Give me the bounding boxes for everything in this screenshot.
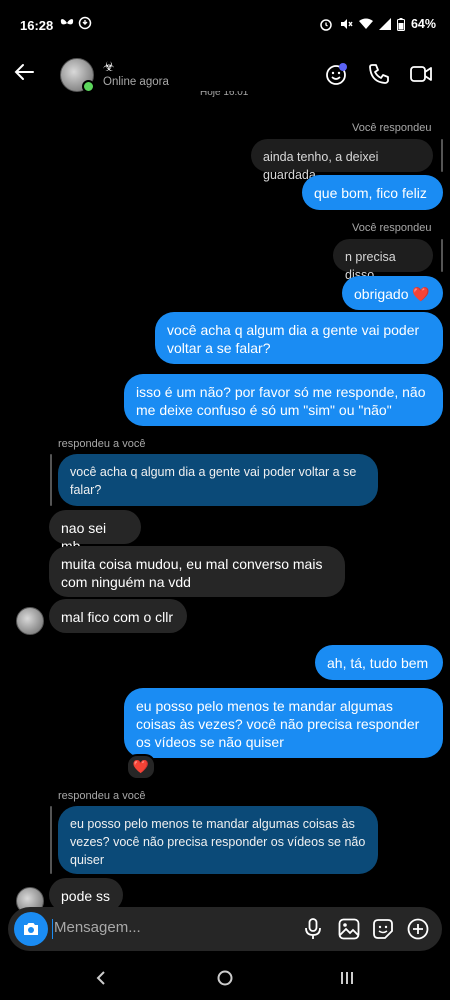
- message-sent[interactable]: eu posso pelo menos te mandar algumas co…: [124, 688, 443, 758]
- message-sent[interactable]: você acha q algum dia a gente vai poder …: [155, 312, 443, 364]
- nav-home-icon[interactable]: [217, 970, 233, 991]
- mute-icon: [340, 19, 353, 29]
- message-sent[interactable]: que bom, fico feliz: [302, 175, 443, 210]
- sync-icon: [78, 16, 92, 33]
- message-input[interactable]: Mensagem...: [54, 919, 141, 936]
- message-composer: Mensagem...: [8, 907, 442, 951]
- quote-bar: [50, 454, 52, 506]
- quoted-message[interactable]: eu posso pelo menos te mandar algumas co…: [58, 806, 378, 874]
- quote-bar: [441, 239, 443, 272]
- battery-level: 64%: [410, 17, 436, 31]
- nav-back-icon[interactable]: [94, 970, 108, 991]
- avatar[interactable]: [16, 607, 44, 635]
- quote-bar: [50, 806, 52, 874]
- video-call-icon[interactable]: [409, 62, 433, 86]
- quote-bar: [441, 139, 443, 172]
- text-cursor: [52, 919, 53, 939]
- contact-name[interactable]: ☣: [103, 59, 115, 75]
- message-sent[interactable]: isso é um não? por favor só me responde,…: [124, 374, 443, 426]
- status-time: 16:28: [20, 18, 54, 33]
- alarm-icon: [320, 19, 332, 31]
- timestamp: Hoje 16:01: [200, 91, 249, 98]
- phone-icon[interactable]: [367, 62, 391, 86]
- battery-icon: [396, 17, 405, 31]
- microphone-icon[interactable]: [304, 918, 322, 945]
- message-sent[interactable]: ah, tá, tudo bem: [315, 645, 443, 680]
- online-indicator: [82, 80, 95, 93]
- reply-label: respondeu a você: [58, 438, 146, 450]
- reply-label: Você respondeu: [352, 222, 432, 234]
- signal-icon: [378, 18, 391, 30]
- sticker-icon[interactable]: [372, 918, 394, 945]
- quoted-message[interactable]: você acha q algum dia a gente vai poder …: [58, 454, 378, 506]
- message-received[interactable]: mal fico com o cllr: [49, 599, 187, 633]
- message-received[interactable]: muita coisa mudou, eu mal converso mais …: [49, 546, 345, 597]
- gallery-icon[interactable]: [338, 918, 360, 945]
- reply-label: respondeu a você: [58, 790, 146, 802]
- sticker-effects-icon[interactable]: [324, 62, 348, 86]
- system-nav-bar: [0, 955, 450, 1000]
- quoted-message[interactable]: ainda tenho, a deixei guardada: [251, 139, 433, 182]
- camera-button[interactable]: [14, 912, 48, 946]
- wifi-icon: [358, 18, 373, 29]
- camera-icon: [24, 923, 38, 935]
- heart-reaction[interactable]: ❤️: [126, 754, 156, 780]
- contact-status: Online agora: [103, 76, 169, 88]
- add-icon[interactable]: [407, 918, 429, 945]
- message-sent[interactable]: obrigado ❤️: [342, 276, 443, 310]
- status-bar: 16:28 64%: [0, 0, 450, 52]
- message-received[interactable]: nao sei mb: [49, 510, 141, 554]
- butterfly-icon: [60, 16, 74, 33]
- reply-label: Você respondeu: [352, 122, 432, 134]
- status-icons: 64%: [319, 17, 436, 31]
- quoted-message[interactable]: n precisa disso: [333, 239, 433, 282]
- nav-recents-icon[interactable]: [339, 970, 355, 991]
- back-arrow-icon[interactable]: [12, 60, 36, 88]
